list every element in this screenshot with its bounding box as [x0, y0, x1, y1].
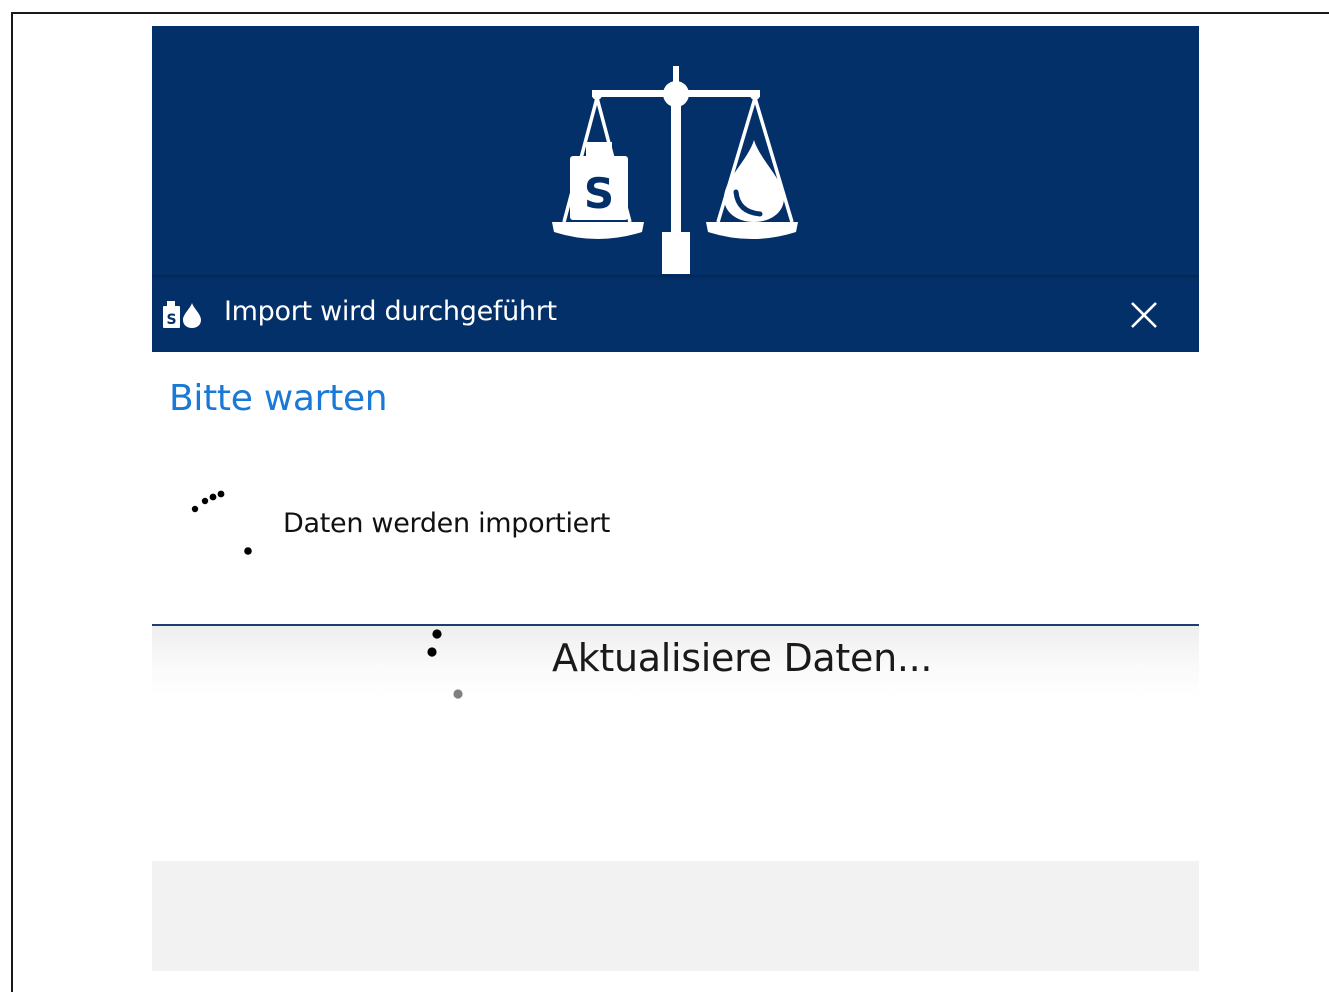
weight-and-drop-icon: S [163, 301, 201, 328]
dialog-content: Bitte warten Daten werden importiert [152, 352, 1199, 624]
close-icon[interactable] [1124, 295, 1164, 335]
import-status-text: Daten werden importiert [283, 508, 611, 539]
dialog-footer [152, 861, 1199, 971]
progress-message: Aktualisiere Daten... [552, 636, 933, 680]
balance-scale-icon: S [552, 66, 798, 274]
svg-text:S: S [166, 312, 176, 328]
loading-spinner-icon [427, 629, 463, 699]
dialog-title-bar: S Import wird durchgeführt [152, 275, 1199, 352]
progress-panel: Aktualisiere Daten... [152, 626, 1199, 861]
loading-spinner-icon [191, 490, 252, 555]
weight-label: S [584, 169, 614, 218]
wait-heading: Bitte warten [169, 378, 388, 419]
dialog-title: Import wird durchgeführt [224, 296, 557, 327]
